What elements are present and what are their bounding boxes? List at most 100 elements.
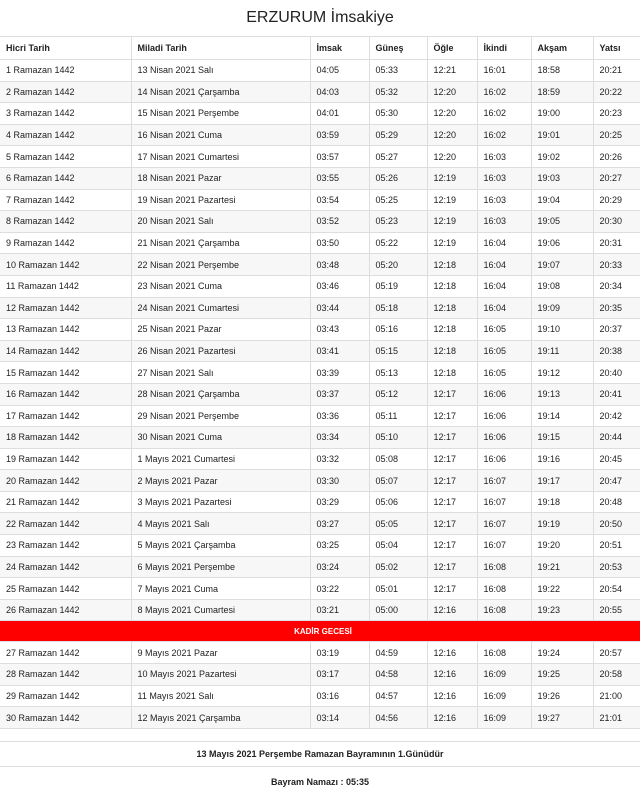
bayram-namaz: Bayram Namazı : 05:35 [270, 776, 370, 787]
cell-aksam: 19:04 [531, 189, 594, 212]
cell-hicri: 4 Ramazan 1442 [0, 124, 132, 147]
cell-imsak: 04:05 [310, 59, 370, 82]
header-ikindi: İkindi [477, 37, 532, 60]
cell-hicri: 8 Ramazan 1442 [0, 210, 132, 233]
cell-imsak: 03:46 [310, 275, 370, 298]
cell-gunes: 05:04 [369, 534, 428, 557]
cell-ikindi: 16:03 [477, 145, 532, 168]
cell-aksam: 19:26 [531, 685, 594, 708]
cell-ikindi: 16:04 [477, 253, 532, 276]
header-yatsi: Yatsı [593, 37, 640, 60]
cell-gunes: 05:06 [369, 491, 428, 514]
table-row: 11 Ramazan 1442 23 Nisan 2021 Cuma 03:46 05… [0, 275, 640, 298]
cell-miladi: 23 Nisan 2021 Cuma [131, 275, 311, 298]
cell-ikindi: 16:06 [477, 405, 532, 428]
cell-gunes: 05:12 [369, 383, 428, 406]
cell-aksam: 19:15 [531, 426, 594, 449]
table-body-after: 27 Ramazan 1442 9 Mayıs 2021 Pazar 03:19 04… [0, 641, 640, 729]
cell-yatsi: 20:54 [593, 577, 640, 600]
cell-gunes: 05:19 [369, 275, 428, 298]
cell-aksam: 19:11 [531, 340, 594, 363]
cell-yatsi: 20:30 [593, 210, 640, 233]
cell-gunes: 05:08 [369, 448, 428, 471]
cell-ikindi: 16:08 [477, 641, 532, 665]
cell-gunes: 05:32 [369, 81, 428, 104]
cell-ikindi: 16:03 [477, 210, 532, 233]
cell-imsak: 03:19 [310, 641, 370, 665]
cell-miladi: 24 Nisan 2021 Cumartesi [131, 297, 311, 320]
cell-yatsi: 20:38 [593, 340, 640, 363]
cell-ikindi: 16:09 [477, 663, 532, 686]
cell-yatsi: 20:40 [593, 361, 640, 384]
cell-imsak: 03:41 [310, 340, 370, 363]
spacer [0, 729, 640, 742]
cell-imsak: 03:43 [310, 318, 370, 341]
cell-ikindi: 16:02 [477, 102, 532, 125]
cell-ogle: 12:16 [427, 641, 478, 665]
cell-yatsi: 21:01 [593, 706, 640, 729]
cell-ikindi: 16:04 [477, 297, 532, 320]
cell-hicri: 15 Ramazan 1442 [0, 361, 132, 384]
cell-ogle: 12:17 [427, 405, 478, 428]
cell-miladi: 11 Mayıs 2021 Salı [131, 685, 311, 708]
cell-miladi: 22 Nisan 2021 Perşembe [131, 253, 311, 276]
cell-ogle: 12:16 [427, 599, 478, 622]
table-row: 28 Ramazan 1442 10 Mayıs 2021 Pazartesi 03… [0, 663, 640, 686]
cell-gunes: 05:29 [369, 124, 428, 147]
cell-hicri: 17 Ramazan 1442 [0, 405, 132, 428]
cell-yatsi: 20:22 [593, 81, 640, 104]
cell-ogle: 12:17 [427, 383, 478, 406]
cell-ogle: 12:17 [427, 534, 478, 557]
cell-miladi: 14 Nisan 2021 Çarşamba [131, 81, 311, 104]
cell-gunes: 05:10 [369, 426, 428, 449]
cell-imsak: 03:24 [310, 556, 370, 579]
cell-miladi: 5 Mayıs 2021 Çarşamba [131, 534, 311, 557]
cell-aksam: 19:08 [531, 275, 594, 298]
cell-imsak: 03:32 [310, 448, 370, 471]
cell-yatsi: 20:44 [593, 426, 640, 449]
table-row: 9 Ramazan 1442 21 Nisan 2021 Çarşamba 03:5… [0, 232, 640, 255]
cell-hicri: 9 Ramazan 1442 [0, 232, 132, 255]
cell-miladi: 7 Mayıs 2021 Cuma [131, 577, 311, 600]
cell-ogle: 12:19 [427, 189, 478, 212]
cell-ikindi: 16:02 [477, 124, 532, 147]
header-gunes: Güneş [369, 37, 428, 60]
cell-miladi: 25 Nisan 2021 Pazar [131, 318, 311, 341]
cell-ogle: 12:21 [427, 59, 478, 82]
cell-hicri: 24 Ramazan 1442 [0, 556, 132, 579]
cell-imsak: 03:14 [310, 706, 370, 729]
cell-hicri: 11 Ramazan 1442 [0, 275, 132, 298]
cell-imsak: 04:01 [310, 102, 370, 125]
cell-ikindi: 16:04 [477, 232, 532, 255]
cell-aksam: 19:05 [531, 210, 594, 233]
cell-ogle: 12:19 [427, 210, 478, 233]
cell-miladi: 17 Nisan 2021 Cumartesi [131, 145, 311, 168]
table-body: 1 Ramazan 1442 13 Nisan 2021 Salı 04:05 05:… [0, 59, 640, 622]
cell-yatsi: 20:29 [593, 189, 640, 212]
cell-yatsi: 20:55 [593, 599, 640, 622]
cell-gunes: 05:01 [369, 577, 428, 600]
cell-aksam: 19:18 [531, 491, 594, 514]
cell-aksam: 19:09 [531, 297, 594, 320]
cell-hicri: 5 Ramazan 1442 [0, 145, 132, 168]
table-row: 19 Ramazan 1442 1 Mayıs 2021 Cumartesi 03:… [0, 448, 640, 471]
cell-miladi: 1 Mayıs 2021 Cumartesi [131, 448, 311, 471]
cell-ikindi: 16:08 [477, 556, 532, 579]
cell-yatsi: 20:23 [593, 102, 640, 125]
cell-ikindi: 16:03 [477, 167, 532, 190]
cell-miladi: 20 Nisan 2021 Salı [131, 210, 311, 233]
table-row: 29 Ramazan 1442 11 Mayıs 2021 Salı 03:16 04… [0, 685, 640, 708]
table-row: 24 Ramazan 1442 6 Mayıs 2021 Perşembe 03:2… [0, 556, 640, 579]
cell-ogle: 12:17 [427, 426, 478, 449]
cell-hicri: 20 Ramazan 1442 [0, 469, 132, 492]
cell-miladi: 26 Nisan 2021 Pazartesi [131, 340, 311, 363]
table-row: 6 Ramazan 1442 18 Nisan 2021 Pazar 03:55 05… [0, 167, 640, 190]
cell-hicri: 13 Ramazan 1442 [0, 318, 132, 341]
table-row: 17 Ramazan 1442 29 Nisan 2021 Perşembe 03:… [0, 405, 640, 428]
imsakiye-table: Hicri Tarih Miladi Tarih İmsak Güneş Öğl… [0, 37, 640, 729]
cell-aksam: 19:14 [531, 405, 594, 428]
cell-miladi: 19 Nisan 2021 Pazartesi [131, 189, 311, 212]
table-row: 18 Ramazan 1442 30 Nisan 2021 Cuma 03:34 05… [0, 426, 640, 449]
cell-aksam: 19:17 [531, 469, 594, 492]
cell-ogle: 12:17 [427, 577, 478, 600]
